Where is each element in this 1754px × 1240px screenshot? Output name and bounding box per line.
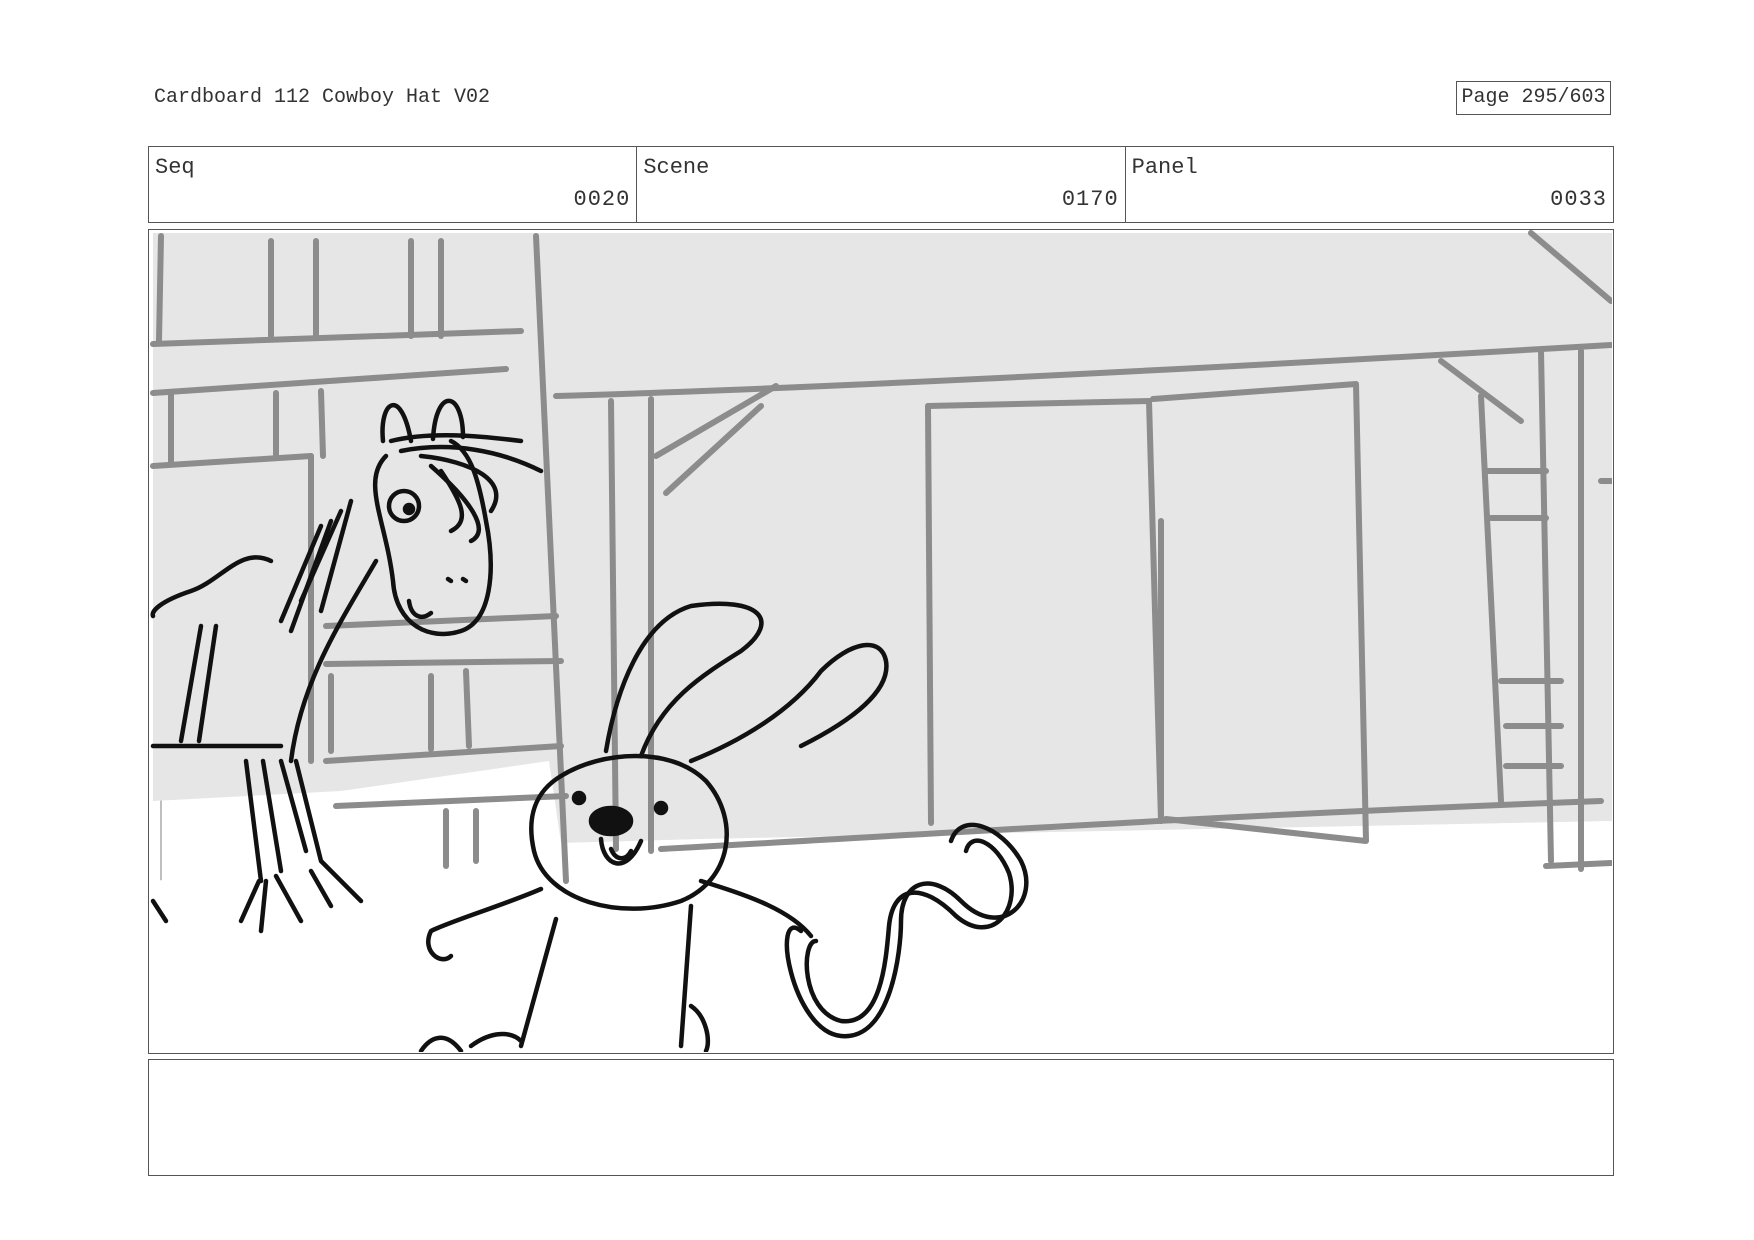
page-number-box: Page 295/603 bbox=[1456, 81, 1611, 115]
document-title: Cardboard 112 Cowboy Hat V02 bbox=[154, 86, 491, 109]
notes-box bbox=[148, 1059, 1614, 1176]
scene-value: 0170 bbox=[1061, 187, 1119, 212]
ground bbox=[153, 821, 1612, 1052]
storyboard-frame bbox=[148, 229, 1614, 1054]
scene-label: Scene bbox=[643, 155, 710, 180]
panel-value: 0033 bbox=[1550, 187, 1607, 212]
seq-cell: Seq 0020 bbox=[149, 147, 638, 222]
seq-value: 0020 bbox=[573, 187, 631, 212]
info-row: Seq 0020 Scene 0170 Panel 0033 bbox=[148, 146, 1614, 223]
scene-cell: Scene 0170 bbox=[637, 147, 1126, 222]
seq-label: Seq bbox=[155, 155, 195, 180]
panel-label: Panel bbox=[1131, 155, 1198, 180]
barn-background bbox=[153, 233, 1612, 843]
panel-cell: Panel 0033 bbox=[1126, 147, 1613, 222]
storyboard-sketch bbox=[150, 230, 1612, 1052]
